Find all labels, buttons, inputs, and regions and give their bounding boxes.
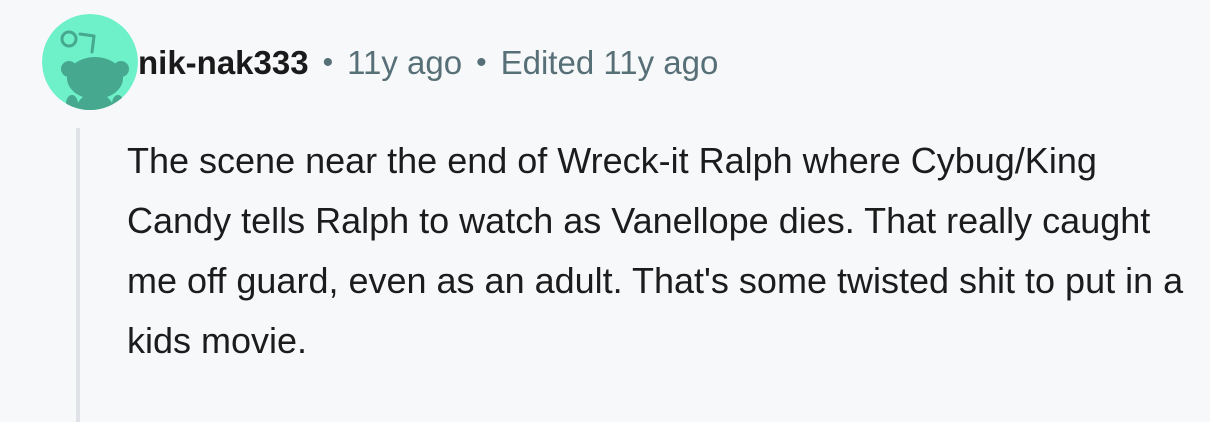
comment-meta: nik-nak333 • 11y ago • Edited 11y ago <box>138 38 718 88</box>
author-username[interactable]: nik-nak333 <box>138 44 309 82</box>
edited-timestamp: Edited 11y ago <box>500 44 719 81</box>
meta-separator: • <box>322 46 334 79</box>
comment: nik-nak333 • 11y ago • Edited 11y ago Th… <box>0 0 1210 422</box>
comment-body: The scene near the end of Wreck-it Ralph… <box>127 140 1184 361</box>
thread-collapse-line[interactable] <box>76 128 80 422</box>
meta-separator: • <box>476 46 487 79</box>
snoo-avatar-icon <box>42 14 138 110</box>
post-timestamp[interactable]: 11y ago <box>347 44 462 82</box>
user-avatar[interactable] <box>42 14 138 110</box>
